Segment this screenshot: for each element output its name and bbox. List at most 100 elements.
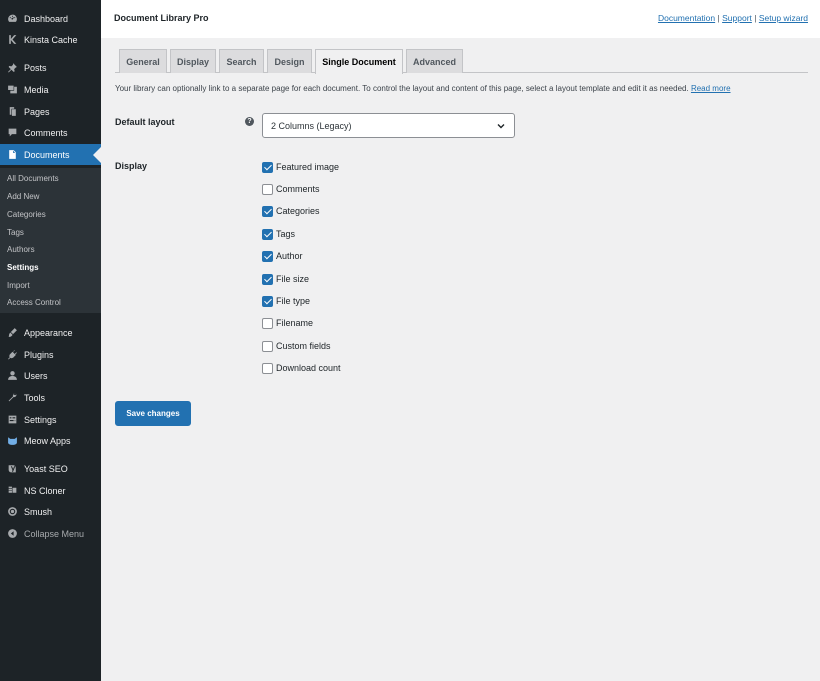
option-featured-image[interactable]: Featured image [262,161,339,173]
submenu-add-new[interactable]: Add New [7,192,39,201]
pin-icon [6,62,18,74]
menu-item-collapse[interactable]: Collapse Menu [0,523,101,544]
option-comments[interactable]: Comments [262,183,320,195]
submenu-access-control[interactable]: Access Control [7,298,61,307]
file-type-checkbox[interactable] [262,295,273,307]
document-icon [6,149,18,161]
menu-item-meow-apps[interactable]: Meow Apps [0,430,101,451]
plug-icon [6,349,18,361]
menu-label: Settings [24,414,57,425]
tab-advanced[interactable]: Advanced [406,49,463,73]
setup-wizard-link[interactable]: Setup wizard [759,13,808,23]
support-link[interactable]: Support [722,13,752,23]
tab-design[interactable]: Design [267,49,312,73]
submenu-authors[interactable]: Authors [7,245,35,254]
link-separator: | [717,13,720,23]
comments-checkbox[interactable] [262,183,273,195]
option-tags[interactable]: Tags [262,228,295,240]
documentation-link[interactable]: Documentation [658,13,715,23]
menu-label: Posts [24,62,47,73]
settings-icon [6,414,18,426]
file-size-checkbox[interactable] [262,273,273,285]
menu-item-documents[interactable]: Documents [0,144,101,165]
menu-item-comments[interactable]: Comments [0,122,101,143]
menu-item-users[interactable]: Users [0,365,101,386]
submenu-tags[interactable]: Tags [7,228,24,237]
tab-search[interactable]: Search [219,49,264,73]
option-label: File type [276,296,311,306]
submenu-settings[interactable]: Settings [7,263,39,272]
display-label: Display [115,161,148,171]
menu-label: Users [24,370,48,381]
tab-display[interactable]: Display [170,49,216,73]
menu-item-dashboard[interactable]: Dashboard [0,8,101,29]
author-checkbox[interactable] [262,250,273,262]
admin-sidebar: Dashboard Kinsta Cache Posts Media Pages… [0,0,101,681]
download-count-checkbox[interactable] [262,362,273,374]
menu-label: Kinsta Cache [24,34,78,45]
chevron-down-icon [497,124,505,129]
menu-label: Documents [24,149,70,160]
link-separator: | [754,13,757,23]
submenu-categories[interactable]: Categories [7,210,46,219]
menu-label: Media [24,84,49,95]
option-download-count[interactable]: Download count [262,362,341,374]
tab-general[interactable]: General [119,49,167,73]
yoast-icon [6,463,18,475]
intro-text: Your library can optionally link to a se… [115,84,731,93]
menu-label: Pages [24,106,50,117]
cloner-icon [6,485,18,497]
option-label: Comments [276,184,320,194]
option-filename[interactable]: Filename [262,317,313,329]
menu-label: Appearance [24,327,73,338]
custom-fields-checkbox[interactable] [262,340,273,352]
menu-label: NS Cloner [24,485,66,496]
option-label: File size [276,274,310,284]
menu-item-plugins[interactable]: Plugins [0,344,101,365]
save-changes-button[interactable]: Save changes [115,401,191,426]
page-title: Document Library Pro [114,13,209,23]
categories-checkbox[interactable] [262,205,273,217]
menu-item-smush[interactable]: Smush [0,501,101,522]
menu-label: Meow Apps [24,435,71,446]
submenu-all-documents[interactable]: All Documents [7,174,59,183]
menu-item-posts[interactable]: Posts [0,57,101,78]
option-label: Filename [276,318,314,328]
wrench-icon [6,392,18,404]
kinsta-icon [6,34,18,46]
option-label: Tags [276,229,296,239]
header-links: Documentation | Support | Setup wizard [658,13,808,23]
option-label: Custom fields [276,341,331,351]
dashboard-icon [6,13,18,25]
brush-icon [6,327,18,339]
option-file-size[interactable]: File size [262,273,309,285]
help-icon[interactable]: ? [245,117,254,126]
menu-label: Smush [24,506,53,517]
tab-single-document[interactable]: Single Document [315,49,403,74]
option-categories[interactable]: Categories [262,205,320,217]
comment-icon [6,127,18,139]
menu-item-yoast-seo[interactable]: Yoast SEO [0,458,101,479]
documents-submenu: All Documents Add New Categories Tags Au… [0,168,101,313]
filename-checkbox[interactable] [262,317,273,329]
settings-tabs: General Display Search Design Single Doc… [115,49,808,74]
media-icon [6,84,18,96]
submenu-import[interactable]: Import [7,281,30,290]
menu-item-pages[interactable]: Pages [0,101,101,122]
option-author[interactable]: Author [262,250,303,262]
menu-item-settings[interactable]: Settings [0,409,101,430]
menu-item-media[interactable]: Media [0,79,101,100]
read-more-link[interactable]: Read more [691,84,731,93]
tags-checkbox[interactable] [262,228,273,240]
option-file-type[interactable]: File type [262,295,310,307]
featured-image-checkbox[interactable] [262,161,273,173]
user-icon [6,370,18,382]
default-layout-select[interactable]: 2 Columns (Legacy) [262,113,515,138]
menu-item-kinsta-cache[interactable]: Kinsta Cache [0,29,101,50]
option-custom-fields[interactable]: Custom fields [262,340,331,352]
select-value: 2 Columns (Legacy) [271,120,352,131]
menu-label: Tools [24,392,46,403]
menu-item-ns-cloner[interactable]: NS Cloner [0,480,101,501]
menu-item-tools[interactable]: Tools [0,387,101,408]
menu-item-appearance[interactable]: Appearance [0,322,101,343]
